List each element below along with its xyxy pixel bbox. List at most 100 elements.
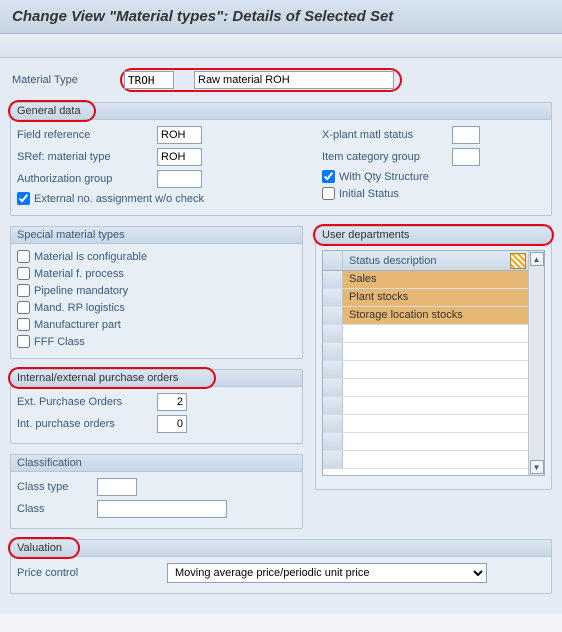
row-selector[interactable] — [323, 289, 343, 306]
class-label: Class — [17, 503, 97, 515]
window-title: Change View "Material types": Details of… — [0, 0, 562, 34]
special-material-row: Mand. RP logistics — [17, 301, 296, 314]
material-type-code-input[interactable] — [124, 71, 174, 89]
row-selector[interactable] — [323, 343, 343, 360]
class-type-input[interactable] — [97, 478, 137, 496]
table-row[interactable]: Storage location stocks — [323, 307, 528, 325]
field-reference-input[interactable] — [157, 126, 202, 144]
status-description-header[interactable]: Status description — [343, 255, 510, 267]
status-description-cell[interactable]: Storage location stocks — [343, 307, 528, 324]
ext-no-label: External no. assignment w/o check — [34, 193, 204, 205]
item-cat-label: Item category group — [322, 151, 452, 163]
int-po-label: Int. purchase orders — [17, 418, 157, 430]
ext-po-input[interactable] — [157, 393, 187, 411]
special-material-types-group: Special material types Material is confi… — [10, 226, 303, 359]
user-departments-table: Status description SalesPlant stocksStor… — [322, 250, 545, 476]
table-row[interactable] — [323, 361, 528, 379]
special-material-row: Manufacturer part — [17, 318, 296, 331]
material-type-desc-input[interactable] — [194, 71, 394, 89]
initial-status-checkbox[interactable] — [322, 187, 335, 200]
xplant-input[interactable] — [452, 126, 480, 144]
status-description-cell[interactable]: Plant stocks — [343, 289, 528, 306]
special-material-row: FFF Class — [17, 335, 296, 348]
status-description-cell[interactable] — [343, 397, 528, 414]
status-description-cell[interactable] — [343, 361, 528, 378]
ext-no-checkbox[interactable] — [17, 192, 30, 205]
special-material-checkbox[interactable] — [17, 301, 30, 314]
special-material-label: Mand. RP logistics — [34, 302, 125, 314]
xplant-label: X-plant matl status — [322, 129, 452, 141]
sref-input[interactable] — [157, 148, 202, 166]
auth-group-label: Authorization group — [17, 173, 157, 185]
row-selector[interactable] — [323, 397, 343, 414]
item-cat-input[interactable] — [452, 148, 480, 166]
user-departments-scrollbar[interactable]: ▲ ▼ — [528, 251, 544, 475]
main-content: Material Type General data Field referen… — [0, 58, 562, 614]
table-row[interactable]: Sales — [323, 271, 528, 289]
special-material-row: Material f. process — [17, 267, 296, 280]
table-row[interactable] — [323, 451, 528, 469]
status-description-cell[interactable]: Sales — [343, 271, 528, 288]
toolbar — [0, 34, 562, 58]
table-config-icon[interactable] — [510, 253, 526, 269]
ext-po-label: Ext. Purchase Orders — [17, 396, 157, 408]
status-description-cell[interactable] — [343, 433, 528, 450]
classification-group: Classification Class type Class — [10, 454, 303, 529]
row-selector[interactable] — [323, 307, 343, 324]
special-material-checkbox[interactable] — [17, 267, 30, 280]
row-selector[interactable] — [323, 271, 343, 288]
material-type-highlight — [120, 68, 402, 92]
table-row[interactable] — [323, 325, 528, 343]
sref-label: SRef: material type — [17, 151, 157, 163]
general-data-title: General data — [17, 105, 81, 117]
table-row[interactable]: Plant stocks — [323, 289, 528, 307]
general-data-title-bar: General data — [10, 102, 552, 120]
table-row[interactable] — [323, 397, 528, 415]
int-po-input[interactable] — [157, 415, 187, 433]
special-material-label: Material is configurable — [34, 251, 147, 263]
class-input[interactable] — [97, 500, 227, 518]
auth-group-input[interactable] — [157, 170, 202, 188]
special-material-checkbox[interactable] — [17, 318, 30, 331]
table-row[interactable] — [323, 433, 528, 451]
status-description-cell[interactable] — [343, 325, 528, 342]
status-description-cell[interactable] — [343, 343, 528, 360]
status-description-cell[interactable] — [343, 451, 528, 468]
classification-title: Classification — [10, 454, 303, 472]
row-selector[interactable] — [323, 433, 343, 450]
status-description-cell[interactable] — [343, 379, 528, 396]
field-reference-label: Field reference — [17, 129, 157, 141]
special-material-label: Material f. process — [34, 268, 124, 280]
special-material-label: Pipeline mandatory — [34, 285, 128, 297]
class-type-label: Class type — [17, 481, 97, 493]
with-qty-checkbox[interactable] — [322, 170, 335, 183]
valuation-group: Valuation Price control Moving average p… — [10, 539, 552, 594]
special-material-checkbox[interactable] — [17, 335, 30, 348]
price-control-select[interactable]: Moving average price/periodic unit price — [167, 563, 487, 583]
valuation-title: Valuation — [17, 542, 62, 554]
valuation-title-bar: Valuation — [10, 539, 552, 557]
scroll-down-icon[interactable]: ▼ — [530, 460, 544, 474]
price-control-label: Price control — [17, 567, 167, 579]
row-selector[interactable] — [323, 415, 343, 432]
purchase-orders-title-bar: Internal/external purchase orders — [10, 369, 303, 387]
select-all-column[interactable] — [323, 251, 343, 270]
special-material-label: Manufacturer part — [34, 319, 121, 331]
row-selector[interactable] — [323, 451, 343, 468]
row-selector[interactable] — [323, 379, 343, 396]
special-material-label: FFF Class — [34, 336, 85, 348]
special-material-checkbox[interactable] — [17, 284, 30, 297]
table-row[interactable] — [323, 343, 528, 361]
user-departments-title: User departments — [322, 229, 409, 241]
user-departments-title-bar: User departments — [315, 226, 552, 244]
table-row[interactable] — [323, 415, 528, 433]
special-material-checkbox[interactable] — [17, 250, 30, 263]
purchase-orders-group: Internal/external purchase orders Ext. P… — [10, 369, 303, 444]
row-selector[interactable] — [323, 325, 343, 342]
table-row[interactable] — [323, 379, 528, 397]
scroll-up-icon[interactable]: ▲ — [530, 252, 544, 266]
special-material-row: Pipeline mandatory — [17, 284, 296, 297]
status-description-cell[interactable] — [343, 415, 528, 432]
row-selector[interactable] — [323, 361, 343, 378]
with-qty-label: With Qty Structure — [339, 171, 429, 183]
